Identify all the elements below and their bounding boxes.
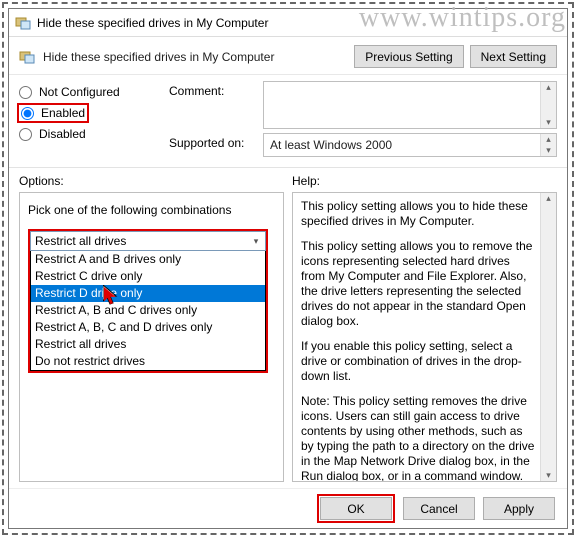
dropdown-item[interactable]: Restrict all drives xyxy=(31,336,265,353)
chevron-up-icon: ▴ xyxy=(546,193,551,204)
drives-dropdown[interactable]: Restrict all drives ▾ Restrict A and B d… xyxy=(28,229,268,373)
policy-icon xyxy=(19,49,35,65)
header-row: Hide these specified drives in My Comput… xyxy=(9,37,567,75)
help-paragraph: If you enable this policy setting, selec… xyxy=(301,339,536,384)
comment-input[interactable]: ▴▾ xyxy=(263,81,557,129)
state-radios: Not Configured Enabled Disabled xyxy=(19,81,159,161)
dialog-window: Hide these specified drives in My Comput… xyxy=(8,8,568,529)
radio-label: Not Configured xyxy=(39,85,120,99)
options-header: Options: xyxy=(19,174,284,188)
titlebar: Hide these specified drives in My Comput… xyxy=(9,9,567,37)
chevron-up-icon: ▴ xyxy=(546,82,551,93)
header-title: Hide these specified drives in My Comput… xyxy=(43,50,346,64)
dropdown-item[interactable]: Restrict A, B, C and D drives only xyxy=(31,319,265,336)
divider xyxy=(9,167,567,168)
radio-disabled[interactable]: Disabled xyxy=(19,123,159,145)
options-panel: Pick one of the following combinations R… xyxy=(19,192,284,482)
dropdown-selected-text: Restrict all drives xyxy=(35,234,126,248)
comment-label: Comment: xyxy=(169,81,255,98)
lower-area: Options: Pick one of the following combi… xyxy=(9,170,567,488)
scrollbar[interactable]: ▴▾ xyxy=(540,134,556,156)
help-paragraph: This policy setting allows you to remove… xyxy=(301,239,536,329)
dropdown-item[interactable]: Restrict A, B and C drives only xyxy=(31,302,265,319)
footer: OK Cancel Apply xyxy=(9,488,567,528)
radio-not-configured[interactable]: Not Configured xyxy=(19,81,159,103)
radio-label: Disabled xyxy=(39,127,86,141)
help-header: Help: xyxy=(292,174,557,188)
policy-icon xyxy=(15,15,31,31)
help-panel: This policy setting allows you to hide t… xyxy=(292,192,557,482)
supported-label: Supported on: xyxy=(169,133,255,150)
previous-setting-button[interactable]: Previous Setting xyxy=(354,45,463,68)
dropdown-selected[interactable]: Restrict all drives ▾ xyxy=(30,231,266,251)
config-area: Not Configured Enabled Disabled Comment:… xyxy=(9,75,567,165)
help-paragraph: This policy setting allows you to hide t… xyxy=(301,199,536,229)
supported-value: At least Windows 2000 ▴▾ xyxy=(263,133,557,157)
chevron-down-icon: ▾ xyxy=(546,470,551,481)
chevron-up-icon: ▴ xyxy=(546,134,551,145)
next-setting-button[interactable]: Next Setting xyxy=(470,45,557,68)
dropdown-item[interactable]: Restrict C drive only xyxy=(31,268,265,285)
window-title: Hide these specified drives in My Comput… xyxy=(37,16,268,30)
radio-label: Enabled xyxy=(41,106,85,120)
chevron-down-icon: ▾ xyxy=(249,234,263,248)
radio-enabled[interactable]: Enabled xyxy=(21,102,85,124)
chevron-down-icon: ▾ xyxy=(546,145,551,156)
supported-text: At least Windows 2000 xyxy=(270,138,392,152)
apply-button[interactable]: Apply xyxy=(483,497,555,520)
chevron-down-icon: ▾ xyxy=(546,117,551,128)
ok-button[interactable]: OK xyxy=(320,497,392,520)
scrollbar[interactable]: ▴▾ xyxy=(540,193,556,481)
cancel-button[interactable]: Cancel xyxy=(403,497,475,520)
help-text: This policy setting allows you to hide t… xyxy=(293,193,556,481)
pick-label: Pick one of the following combinations xyxy=(28,203,275,217)
help-paragraph: Note: This policy setting removes the dr… xyxy=(301,394,536,481)
scrollbar[interactable]: ▴▾ xyxy=(540,82,556,128)
dropdown-item[interactable]: Restrict D drive only xyxy=(31,285,265,302)
dropdown-list: Restrict A and B drives only Restrict C … xyxy=(30,251,266,371)
dropdown-item[interactable]: Do not restrict drives xyxy=(31,353,265,370)
dropdown-item[interactable]: Restrict A and B drives only xyxy=(31,251,265,268)
